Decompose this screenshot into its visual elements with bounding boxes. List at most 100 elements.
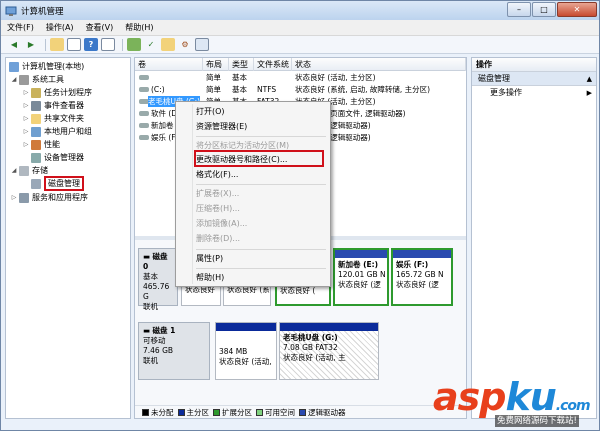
tree-services-apps[interactable]: ▷ 服务和应用程序 [10,191,88,204]
expand-icon[interactable]: ▷ [22,89,30,96]
column-status[interactable]: 状态 [292,58,466,71]
partition-size: 165.72 GB N [396,270,444,279]
tree-event-viewer[interactable]: ▷ 事件查看器 [22,99,84,112]
collapse-icon[interactable]: ◢ [10,167,18,174]
help-icon[interactable]: ? [84,38,98,51]
forward-icon[interactable]: ▶ [24,38,38,51]
volume-layout: 简单 [206,85,221,94]
storage-icon [19,165,29,176]
legend-swatch-extended [213,408,220,416]
disk-0-label[interactable]: ▬ 磁盘 0 基本 465.76 G 联机 [138,248,178,311]
properties-icon[interactable] [101,38,115,51]
menu-action[interactable]: 操作(A) [40,22,80,33]
column-filesystem[interactable]: 文件系统 [254,58,292,71]
legend-label: 扩展分区 [222,407,252,417]
tree-task-scheduler[interactable]: ▷ 任务计划程序 [22,86,92,99]
device-manager-icon [31,152,41,163]
expand-icon[interactable]: ▷ [22,128,30,135]
menu-gutter [192,104,193,284]
back-icon[interactable]: ◀ [7,38,21,51]
watermark-tagline: 免费网络源码下载站! [495,415,579,427]
menu-item-format[interactable]: 格式化(F)... [196,168,238,182]
tree-disk-management[interactable]: 磁盘管理 [30,176,84,191]
users-icon [31,126,41,137]
volume-row[interactable]: (C:) 简单 基本 NTFS 状态良好 (系统, 启动, 故障转储, 主分区) [135,84,466,95]
shared-folder-icon [31,113,41,124]
maximize-button[interactable]: □ [532,2,556,17]
tree-shared-folders[interactable]: ▷ 共享文件夹 [22,112,84,125]
tree-storage-label: 存储 [32,166,48,175]
disk-1-partition-1[interactable]: 384 MB 状态良好 (活动, [215,322,277,380]
tree-shared-folders-label: 共享文件夹 [44,114,84,123]
volume-row[interactable]: 简单 基本 状态良好 (活动, 主分区) [135,72,466,83]
actions-section-disk-management[interactable]: 磁盘管理 ▲ [472,72,596,86]
column-layout[interactable]: 布局 [203,58,229,71]
minimize-button[interactable]: – [507,2,531,17]
tree-system-tools[interactable]: ◢ 系统工具 [10,73,64,86]
disk-1-partition-usb[interactable]: 老毛桃U盘 (G:) 7.08 GB FAT32 状态良好 (活动, 主 [279,322,379,380]
tree-device-manager[interactable]: 设备管理器 [30,151,84,164]
toolbar-separator [45,38,46,51]
expand-icon[interactable]: ▷ [22,102,30,109]
column-type[interactable]: 类型 [229,58,254,71]
volume-layout: 简单 [206,73,221,82]
partition-status: 状态良好 (逻 [396,280,439,289]
more-actions-label: 更多操作 [490,88,522,97]
disk-0-partition-entertainment[interactable]: 娱乐 (F:) 165.72 GB N 状态良好 (逻 [391,248,453,306]
menu-item-open[interactable]: 打开(O) [196,105,225,119]
tree-performance-label: 性能 [44,140,60,149]
tree-performance[interactable]: ▷ 性能 [22,138,60,151]
tree-device-manager-label: 设备管理器 [44,153,84,162]
watermark-brand-a: asp [433,375,506,419]
disk-management-icon [31,178,41,189]
menu-separator [196,184,326,185]
connect-icon[interactable] [127,38,141,51]
services-icon [19,192,29,203]
highlight-box [194,150,324,167]
menu-item-explorer[interactable]: 资源管理器(E) [196,120,247,134]
view-icon[interactable] [195,38,209,51]
disk-1-size: 7.46 GB [143,346,174,355]
computer-management-icon [5,6,17,16]
close-button[interactable]: ✕ [557,2,597,17]
menu-item-help[interactable]: 帮助(H) [196,271,224,285]
disk-0-size: 465.76 G [143,282,170,301]
menu-help[interactable]: 帮助(H) [119,22,159,33]
menu-view[interactable]: 查看(V) [80,22,120,33]
up-folder-icon[interactable] [50,38,64,51]
context-menu: 打开(O) 资源管理器(E) 将分区标记为活动分区(M) 更改驱动器号和路径(C… [175,101,331,287]
collapse-icon[interactable]: ◢ [10,76,18,83]
toolbar: ◀ ▶ ? ✓ ⚙ [1,36,599,54]
clock-icon [31,87,41,98]
drive-icon [139,135,149,140]
volume-fs: NTFS [257,85,277,94]
check-icon[interactable]: ✓ [144,38,158,51]
menu-item-properties[interactable]: 属性(P) [196,252,223,266]
disk-1-label[interactable]: ▬ 磁盘 1 可移动 7.46 GB 联机 [138,322,210,380]
drive-icon [139,123,149,128]
computer-icon [9,61,19,72]
partition-size: 384 MB [219,347,248,356]
tree-root-label: 计算机管理(本地) [22,62,85,71]
expand-icon[interactable]: ▷ [22,115,30,122]
tree-root[interactable]: 计算机管理(本地) [8,60,84,73]
disk-0-partition-new-volume[interactable]: 新加卷 (E:) 120.01 GB N 状态良好 (逻 [333,248,389,306]
menu-separator [196,249,326,250]
column-volume[interactable]: 卷 [135,58,203,71]
menu-separator [196,136,326,137]
disk-0-type: 基本 [143,272,158,281]
folder-icon[interactable] [161,38,175,51]
tree-local-users[interactable]: ▷ 本地用户和组 [22,125,92,138]
disk-0-status: 联机 [143,302,158,311]
disk-1-type: 可移动 [143,336,166,345]
collapse-arrow-icon[interactable]: ▲ [587,72,592,86]
tree-system-tools-label: 系统工具 [32,75,64,84]
expand-icon[interactable]: ▷ [22,141,30,148]
menu-file[interactable]: 文件(F) [1,22,40,33]
tree-storage[interactable]: ◢ 存储 [10,164,48,177]
settings-icon[interactable]: ⚙ [178,38,192,51]
more-actions-item[interactable]: 更多操作 ▶ [472,86,596,100]
menu-item-delete: 删除卷(D)... [196,234,241,243]
expand-icon[interactable]: ▷ [10,194,18,201]
show-hide-tree-icon[interactable] [67,38,81,51]
